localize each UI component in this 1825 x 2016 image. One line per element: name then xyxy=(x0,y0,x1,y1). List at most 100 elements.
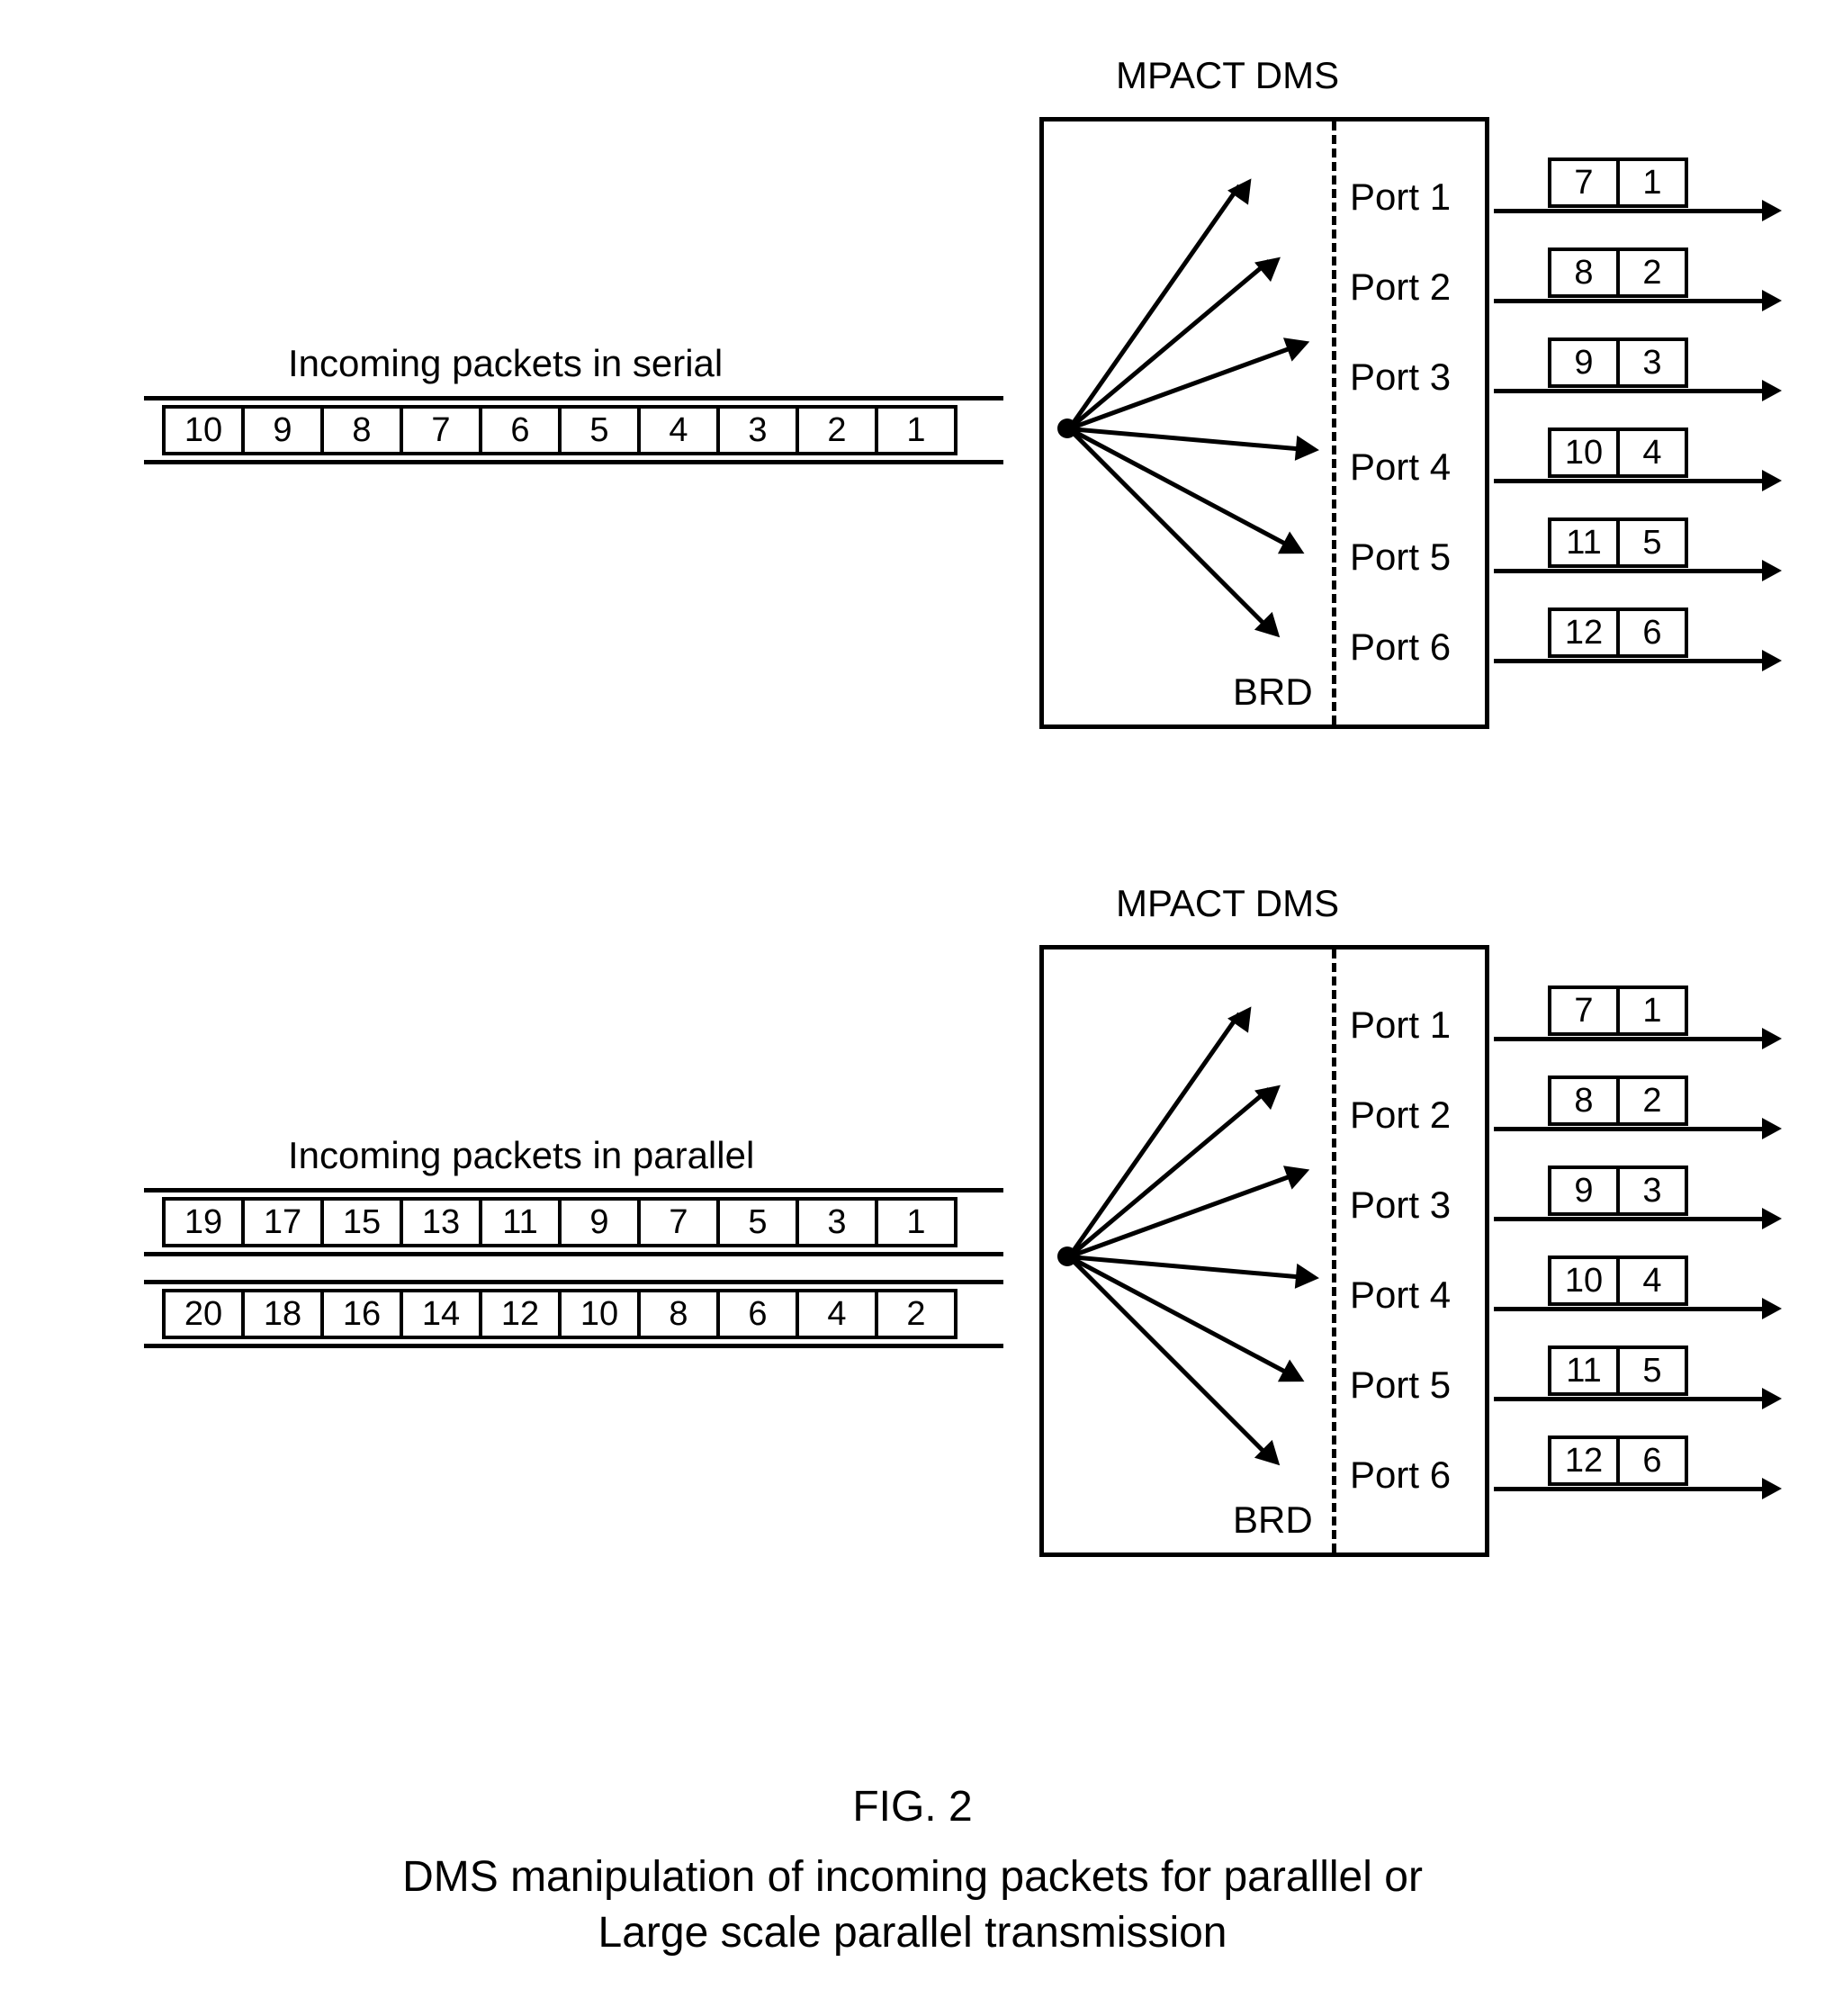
packet-cell: 5 xyxy=(716,1197,799,1247)
packet-cell: 3 xyxy=(716,405,799,455)
packet-cell: 9 xyxy=(241,405,324,455)
dms-title: MPACT DMS xyxy=(1116,882,1339,925)
out-cell: 3 xyxy=(1616,338,1688,388)
fan-arrow-head xyxy=(1295,436,1320,463)
packet-cell: 4 xyxy=(796,1289,878,1339)
port-label-4: Port 4 xyxy=(1350,446,1451,489)
port-label-6: Port 6 xyxy=(1350,626,1451,669)
out-cell: 5 xyxy=(1616,518,1688,568)
out-cell: 7 xyxy=(1548,158,1620,208)
dms-title: MPACT DMS xyxy=(1116,54,1339,97)
out-cell: 11 xyxy=(1548,518,1620,568)
out-cell: 7 xyxy=(1548,986,1620,1036)
arrow-head-icon xyxy=(1762,1478,1782,1499)
arrow-head-icon xyxy=(1762,470,1782,491)
caption-line-1: DMS manipulation of incoming packets for… xyxy=(36,1850,1789,1905)
packet-cell: 7 xyxy=(400,405,482,455)
incoming-label: Incoming packets in parallel xyxy=(288,1134,754,1177)
packet-cell: 8 xyxy=(637,1289,720,1339)
packet-cell: 20 xyxy=(162,1289,245,1339)
out-cell: 2 xyxy=(1616,248,1688,298)
out-line xyxy=(1494,1037,1764,1041)
figure-number: FIG. 2 xyxy=(36,1782,1789,1832)
brd-label: BRD xyxy=(1233,1498,1313,1542)
packet-cell: 13 xyxy=(400,1197,482,1247)
arrow-head-icon xyxy=(1762,1208,1782,1229)
out-row: 12 6 xyxy=(1548,1436,1685,1486)
out-cell: 9 xyxy=(1548,338,1620,388)
arrow-head-icon xyxy=(1762,1298,1782,1319)
out-cell: 9 xyxy=(1548,1166,1620,1216)
out-line xyxy=(1494,1397,1764,1401)
incoming-label: Incoming packets in serial xyxy=(288,342,723,385)
out-line xyxy=(1494,209,1764,213)
out-cell: 12 xyxy=(1548,608,1620,658)
fan-arrow-head xyxy=(1295,1264,1320,1291)
out-line xyxy=(1494,1217,1764,1221)
out-cell: 1 xyxy=(1616,158,1688,208)
out-row: 11 5 xyxy=(1548,518,1685,568)
packet-cell: 6 xyxy=(479,405,562,455)
out-row: 9 3 xyxy=(1548,338,1685,388)
port-label-2: Port 2 xyxy=(1350,1094,1451,1137)
out-line xyxy=(1494,479,1764,483)
out-line xyxy=(1494,1307,1764,1311)
arrow-head-icon xyxy=(1762,650,1782,671)
packet-cell: 11 xyxy=(479,1197,562,1247)
packet-cell: 6 xyxy=(716,1289,799,1339)
caption-line-2: Large scale parallel transmission xyxy=(36,1905,1789,1961)
out-cell: 4 xyxy=(1616,428,1688,478)
packet-cell: 7 xyxy=(637,1197,720,1247)
packet-cell: 4 xyxy=(637,405,720,455)
port-label-5: Port 5 xyxy=(1350,536,1451,579)
packet-row: 10 9 8 7 6 5 4 3 2 1 xyxy=(162,405,954,455)
out-cell: 8 xyxy=(1548,248,1620,298)
port-label-1: Port 1 xyxy=(1350,176,1451,219)
port-label-4: Port 4 xyxy=(1350,1274,1451,1317)
diagram-serial: MPACT DMS BRD Port 1 Port 2 Port 3 Port … xyxy=(36,54,1789,846)
arrow-head-icon xyxy=(1762,1388,1782,1409)
out-cell: 6 xyxy=(1616,608,1688,658)
out-cell: 8 xyxy=(1548,1076,1620,1126)
out-line xyxy=(1494,569,1764,573)
port-label-3: Port 3 xyxy=(1350,356,1451,399)
out-row: 9 3 xyxy=(1548,1166,1685,1216)
out-cell: 5 xyxy=(1616,1346,1688,1396)
out-line xyxy=(1494,1487,1764,1491)
packet-cell: 16 xyxy=(320,1289,403,1339)
port-label-5: Port 5 xyxy=(1350,1364,1451,1407)
packet-row: 20 18 16 14 12 10 8 6 4 2 xyxy=(162,1289,954,1339)
packet-cell: 2 xyxy=(875,1289,957,1339)
packet-cell: 18 xyxy=(241,1289,324,1339)
dms-dashed-divider xyxy=(1332,950,1336,1552)
packet-cell: 19 xyxy=(162,1197,245,1247)
out-row: 12 6 xyxy=(1548,608,1685,658)
packet-cell: 9 xyxy=(558,1197,641,1247)
out-line xyxy=(1494,299,1764,303)
out-cell: 11 xyxy=(1548,1346,1620,1396)
packet-cell: 1 xyxy=(875,405,957,455)
port-label-3: Port 3 xyxy=(1350,1184,1451,1227)
dms-dashed-divider xyxy=(1332,122,1336,724)
out-cell: 10 xyxy=(1548,428,1620,478)
packet-cell: 5 xyxy=(558,405,641,455)
packet-cell: 3 xyxy=(796,1197,878,1247)
out-cell: 1 xyxy=(1616,986,1688,1036)
out-row: 7 1 xyxy=(1548,158,1685,208)
figure-caption: FIG. 2 DMS manipulation of incoming pack… xyxy=(36,1782,1789,1962)
packet-cell: 10 xyxy=(162,405,245,455)
out-cell: 4 xyxy=(1616,1256,1688,1306)
out-row: 7 1 xyxy=(1548,986,1685,1036)
out-row: 11 5 xyxy=(1548,1346,1685,1396)
out-line xyxy=(1494,1127,1764,1131)
port-label-6: Port 6 xyxy=(1350,1454,1451,1497)
out-cell: 12 xyxy=(1548,1436,1620,1486)
out-row: 8 2 xyxy=(1548,1076,1685,1126)
arrow-head-icon xyxy=(1762,290,1782,311)
brd-label: BRD xyxy=(1233,670,1313,714)
out-cell: 2 xyxy=(1616,1076,1688,1126)
out-cell: 3 xyxy=(1616,1166,1688,1216)
port-label-2: Port 2 xyxy=(1350,266,1451,309)
arrow-head-icon xyxy=(1762,380,1782,401)
diagram-parallel: MPACT DMS BRD Port 1 Port 2 Port 3 Port … xyxy=(36,882,1789,1674)
